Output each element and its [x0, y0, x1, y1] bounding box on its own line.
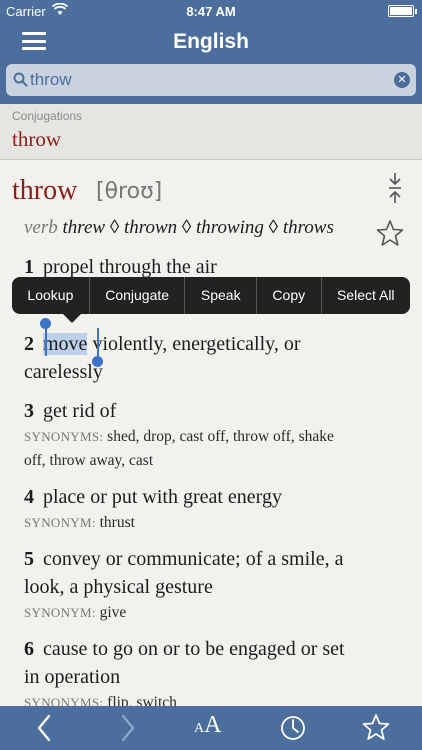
synonyms-line: SYNONYMS: flip, switch	[24, 691, 404, 706]
sense-text: cause to go on or to be engaged or set	[43, 638, 345, 660]
conjugations-label: Conjugations	[12, 109, 83, 123]
sense-item: 5 convey or communicate; of a smile, a l…	[24, 545, 404, 601]
selection-start-caret	[45, 328, 47, 356]
favorites-star-icon[interactable]	[362, 706, 390, 750]
sense-text: place or put with great energy	[43, 486, 282, 508]
search-bar: ✕	[6, 64, 416, 96]
text-context-menu: Lookup Conjugate Speak Copy Select All	[12, 277, 410, 314]
sense-item: 6 cause to go on or to be engaged or set…	[24, 635, 404, 691]
selected-text[interactable]: move	[43, 333, 88, 355]
synonyms-text-line2: off, throw away, cast	[24, 452, 154, 469]
synonyms-line: SYNONYM: give	[24, 601, 404, 625]
synonyms-line: SYNONYMS: shed, drop, cast off, throw of…	[24, 425, 404, 473]
synonyms-label: SYNONYMS:	[24, 429, 104, 444]
sense-number: 6	[24, 638, 34, 660]
synonyms-text: thrust	[99, 514, 135, 531]
clear-search-icon[interactable]: ✕	[394, 72, 410, 88]
bottom-toolbar: AA	[0, 706, 422, 750]
sense-text-line2: in operation	[24, 666, 121, 688]
synonyms-label: SYNONYM:	[24, 515, 96, 530]
sense-text-line2: carelessly	[24, 361, 103, 383]
synonyms-text: flip, switch	[107, 694, 177, 706]
search-icon	[13, 72, 28, 87]
synonyms-label: SYNONYMS:	[24, 695, 104, 706]
entry-content: throw [θroʊ] verb threw ◊ thrown ◊ throw…	[0, 161, 422, 706]
inflected-forms: threw ◊ thrown ◊ throwing ◊ throws	[62, 217, 334, 238]
sense-number: 3	[24, 400, 34, 422]
history-clock-icon[interactable]	[280, 706, 306, 750]
menu-lookup[interactable]: Lookup	[12, 277, 90, 314]
sense-text: violently, energetically, or	[87, 333, 301, 355]
search-input[interactable]	[30, 67, 380, 93]
sense-item: 3 get rid of	[24, 397, 404, 425]
status-time: 8:47 AM	[186, 4, 236, 19]
sense-text-line2: look, a physical gesture	[24, 576, 213, 598]
collapse-icon[interactable]	[388, 173, 402, 203]
sense-text: propel through the air	[43, 256, 217, 278]
sense-text: convey or communicate; of a smile, a	[43, 548, 344, 570]
navigation-bar: English	[0, 22, 422, 62]
synonyms-text: give	[99, 604, 127, 621]
sense-text: get rid of	[43, 400, 117, 422]
pronunciation: [θroʊ]	[96, 179, 163, 204]
sense-item: 4 place or put with great energy	[24, 483, 404, 511]
menu-speak[interactable]: Speak	[185, 277, 257, 314]
menu-select-all[interactable]: Select All	[322, 277, 410, 314]
nav-title: English	[173, 30, 249, 53]
part-of-speech: verb	[24, 217, 58, 238]
synonyms-line: SYNONYM: thrust	[24, 511, 404, 535]
conjugations-section[interactable]: Conjugations throw	[0, 104, 422, 160]
favorite-star-icon[interactable]	[376, 219, 404, 247]
sense-item: 2 move violently, energetically, or care…	[24, 330, 404, 386]
sense-number: 5	[24, 548, 34, 570]
forward-arrow-icon[interactable]	[118, 706, 138, 750]
synonyms-label: SYNONYM:	[24, 605, 96, 620]
selection-end-handle[interactable]	[92, 356, 103, 367]
context-menu-pointer	[63, 314, 81, 323]
sense-number: 4	[24, 486, 34, 508]
menu-conjugate[interactable]: Conjugate	[90, 277, 186, 314]
headword: throw	[12, 175, 78, 206]
font-size-icon[interactable]: AA	[194, 712, 221, 739]
selection-end-caret	[97, 328, 99, 356]
conjugations-word[interactable]: throw	[12, 127, 61, 152]
sense-number: 2	[24, 333, 34, 355]
selection-start-handle[interactable]	[40, 318, 51, 329]
battery-icon	[388, 5, 417, 17]
verb-forms: verb threw ◊ thrown ◊ throwing ◊ throws	[24, 217, 334, 239]
menu-copy[interactable]: Copy	[257, 277, 322, 314]
back-arrow-icon[interactable]	[34, 706, 54, 750]
synonyms-text: shed, drop, cast off, throw off, shake	[107, 428, 334, 445]
status-bar: Carrier 8:47 AM	[0, 0, 422, 22]
sense-number: 1	[24, 256, 34, 278]
top-chrome: Carrier 8:47 AM English ✕	[0, 0, 422, 104]
